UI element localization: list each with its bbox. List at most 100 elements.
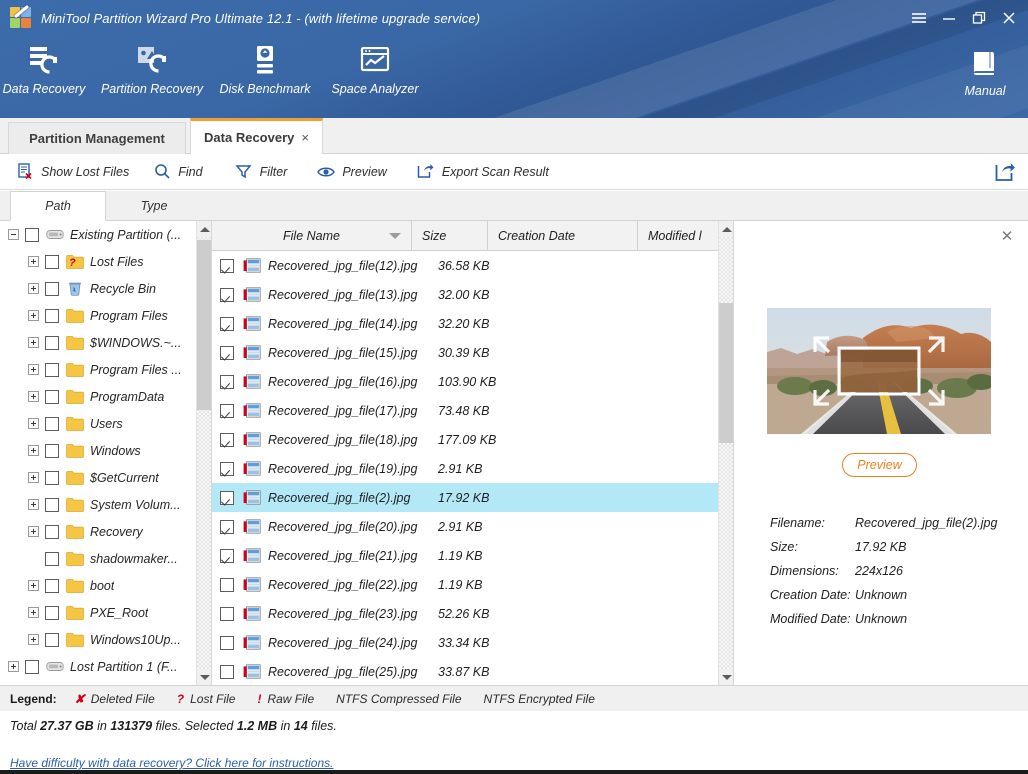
tool-space-analyzer[interactable]: Space Analyzer <box>315 38 435 96</box>
expand-icon[interactable] <box>8 661 19 672</box>
tree-item-checkbox[interactable] <box>45 578 59 593</box>
table-row[interactable]: Recovered_jpg_file(15).jpg 30.39 KB <box>212 338 718 367</box>
tree-item-checkbox[interactable] <box>45 605 59 620</box>
row-checkbox[interactable] <box>220 635 234 650</box>
row-checkbox[interactable] <box>220 403 234 418</box>
file-list-scrollbar[interactable] <box>718 221 735 685</box>
row-checkbox[interactable] <box>220 461 234 476</box>
find-button[interactable]: Find <box>153 163 203 181</box>
manual-button[interactable]: Manual <box>950 42 1020 98</box>
expand-icon[interactable] <box>28 391 39 402</box>
preview-open-button[interactable]: Preview <box>842 453 917 477</box>
expand-icon[interactable] <box>28 256 39 267</box>
tree-item[interactable]: ProgramData <box>0 383 196 410</box>
table-row[interactable]: Recovered_jpg_file(24).jpg 33.34 KB <box>212 628 718 657</box>
tree-item[interactable]: $GetCurrent <box>0 464 196 491</box>
hamburger-icon[interactable] <box>904 3 934 33</box>
expand-icon[interactable] <box>28 418 39 429</box>
table-row[interactable]: Recovered_jpg_file(20).jpg 2.91 KB <box>212 512 718 541</box>
restore-icon[interactable] <box>964 3 994 33</box>
expand-icon[interactable] <box>28 499 39 510</box>
row-checkbox[interactable] <box>220 432 234 447</box>
table-row[interactable]: Recovered_jpg_file(17).jpg 73.48 KB <box>212 396 718 425</box>
table-row[interactable]: Recovered_jpg_file(25).jpg 33.87 KB <box>212 657 718 685</box>
export-scan-result-button[interactable]: Export Scan Result <box>417 163 549 181</box>
row-checkbox[interactable] <box>220 548 234 563</box>
table-row[interactable]: Recovered_jpg_file(19).jpg 2.91 KB <box>212 454 718 483</box>
share-export-icon[interactable] <box>994 161 1016 183</box>
tab-data-recovery[interactable]: Data Recovery × <box>190 118 323 154</box>
expand-icon[interactable] <box>28 310 39 321</box>
close-icon[interactable]: ✕ <box>998 227 1016 245</box>
expand-icon[interactable] <box>28 283 39 294</box>
row-checkbox[interactable] <box>220 374 234 389</box>
tree-item-checkbox[interactable] <box>45 524 59 539</box>
row-checkbox[interactable] <box>220 287 234 302</box>
table-row[interactable]: Recovered_jpg_file(13).jpg 32.00 KB <box>212 280 718 309</box>
tree-item-checkbox[interactable] <box>45 362 59 377</box>
row-checkbox[interactable] <box>220 490 234 505</box>
tree-item-checkbox[interactable] <box>45 497 59 512</box>
close-icon[interactable] <box>994 3 1024 33</box>
folder-tree[interactable]: Existing Partition (...? Lost Files Recycl… <box>0 221 196 685</box>
scroll-down-icon[interactable] <box>197 669 211 685</box>
table-row[interactable]: Recovered_jpg_file(23).jpg 52.26 KB <box>212 599 718 628</box>
tree-item[interactable]: Users <box>0 410 196 437</box>
help-link[interactable]: Have difficulty with data recovery? Clic… <box>10 756 333 770</box>
tree-item-checkbox[interactable] <box>45 281 59 296</box>
tree-item-checkbox[interactable] <box>25 227 39 242</box>
tree-item-checkbox[interactable] <box>45 632 59 647</box>
expand-icon[interactable] <box>28 472 39 483</box>
tree-item[interactable]: Lost Partition 1 (F... <box>0 653 196 680</box>
tree-item-checkbox[interactable] <box>45 335 59 350</box>
expand-icon[interactable] <box>28 580 39 591</box>
tree-item-checkbox[interactable] <box>45 254 59 269</box>
column-header-file-name[interactable]: File Name <box>212 221 412 251</box>
expand-icon[interactable] <box>28 607 39 618</box>
tree-scrollbar[interactable] <box>196 221 211 685</box>
row-checkbox[interactable] <box>220 519 234 534</box>
tree-item[interactable]: Windows <box>0 437 196 464</box>
row-checkbox[interactable] <box>220 258 234 273</box>
table-row[interactable]: Recovered_jpg_file(2).jpg 17.92 KB <box>212 483 718 512</box>
tree-item[interactable]: $WINDOWS.~... <box>0 329 196 356</box>
tree-item-checkbox[interactable] <box>45 308 59 323</box>
row-checkbox[interactable] <box>220 316 234 331</box>
file-list-rows[interactable]: Recovered_jpg_file(12).jpg 36.58 KB Recove… <box>212 251 718 685</box>
tree-item-checkbox[interactable] <box>45 389 59 404</box>
tree-item[interactable]: boot <box>0 572 196 599</box>
sort-descending-icon[interactable] <box>389 233 401 239</box>
tree-item[interactable]: Existing Partition (... <box>0 221 196 248</box>
row-checkbox[interactable] <box>220 606 234 621</box>
tree-item-checkbox[interactable] <box>25 659 39 674</box>
preview-thumbnail[interactable] <box>767 308 991 434</box>
column-header-modified-date[interactable]: Modified l <box>638 221 716 251</box>
table-row[interactable]: Recovered_jpg_file(22).jpg 1.19 KB <box>212 570 718 599</box>
minimize-icon[interactable] <box>934 3 964 33</box>
row-checkbox[interactable] <box>220 577 234 592</box>
expand-icon[interactable] <box>28 526 39 537</box>
close-icon[interactable]: × <box>301 130 309 145</box>
expand-icon[interactable] <box>28 364 39 375</box>
scrollbar-thumb[interactable] <box>197 240 211 410</box>
collapse-icon[interactable] <box>8 229 19 240</box>
row-checkbox[interactable] <box>220 345 234 360</box>
scrollbar-track[interactable] <box>719 237 734 669</box>
table-row[interactable]: Recovered_jpg_file(14).jpg 32.20 KB <box>212 309 718 338</box>
scroll-up-icon[interactable] <box>197 221 211 237</box>
tree-item[interactable]: Windows10Up... <box>0 626 196 653</box>
filter-button[interactable]: Filter <box>235 163 287 181</box>
tree-item[interactable]: ? Lost Files <box>0 248 196 275</box>
tab-partition-management[interactable]: Partition Management <box>8 122 186 154</box>
tree-item-checkbox[interactable] <box>45 443 59 458</box>
subtab-path[interactable]: Path <box>10 191 106 221</box>
row-checkbox[interactable] <box>220 664 234 679</box>
expand-icon[interactable] <box>28 337 39 348</box>
column-header-size[interactable]: Size <box>412 221 488 251</box>
tree-item-checkbox[interactable] <box>45 551 59 566</box>
tool-disk-benchmark[interactable]: Disk Benchmark <box>205 38 325 96</box>
tree-item[interactable]: shadowmaker... <box>0 545 196 572</box>
table-row[interactable]: Recovered_jpg_file(21).jpg 1.19 KB <box>212 541 718 570</box>
table-row[interactable]: Recovered_jpg_file(12).jpg 36.58 KB <box>212 251 718 280</box>
tree-item-checkbox[interactable] <box>45 470 59 485</box>
